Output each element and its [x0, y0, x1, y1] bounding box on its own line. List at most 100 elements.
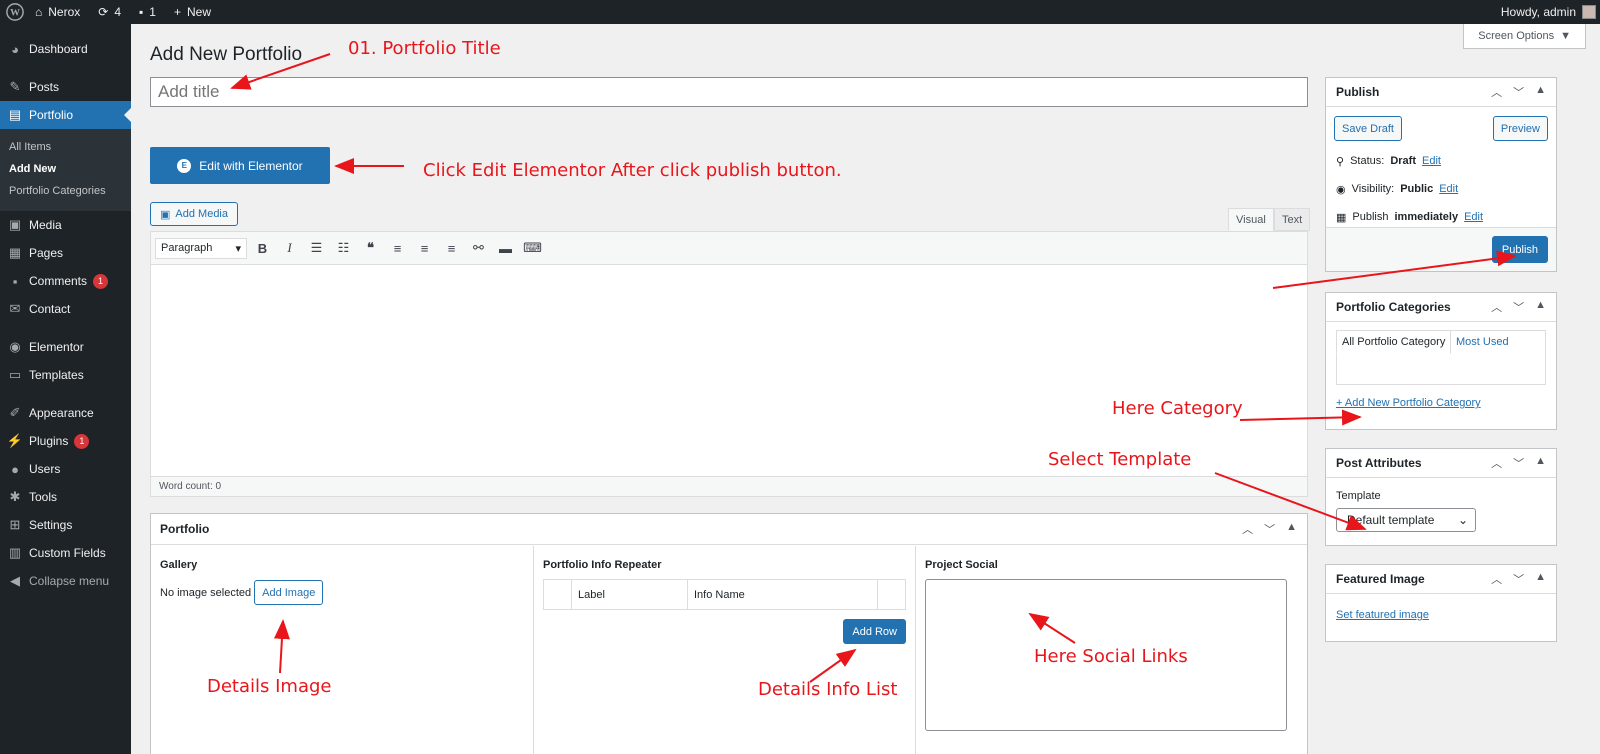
move-up-icon[interactable]: ︿	[1491, 455, 1502, 471]
bold-icon[interactable]: B	[251, 237, 274, 260]
sidebar-item-templates[interactable]: ▭ Templates	[0, 361, 131, 389]
edit-schedule-link[interactable]: Edit	[1464, 211, 1483, 223]
caret-down-icon: ▼	[1560, 30, 1571, 42]
comments-link[interactable]: ▪ 1	[130, 0, 165, 24]
updates-link[interactable]: ⟳ 4	[89, 0, 130, 24]
title-input[interactable]	[150, 77, 1308, 107]
status-value: Draft	[1390, 155, 1416, 167]
submenu-portfolio-categories[interactable]: Portfolio Categories	[0, 180, 131, 202]
account-menu[interactable]: Howdy, admin	[1501, 5, 1600, 19]
media-icon: ▣	[160, 208, 171, 221]
screen-options-label: Screen Options	[1478, 30, 1555, 42]
sidebar-item-elementor[interactable]: ◉ Elementor	[0, 333, 131, 361]
sidebar-item-contact[interactable]: ✉ Contact	[0, 295, 131, 323]
sidebar-item-label: Collapse menu	[29, 574, 110, 588]
admin-bar: W ⌂ Nerox ⟳ 4 ▪ 1 + New Howdy, admin	[0, 0, 1600, 24]
wordpress-logo-icon[interactable]: W	[0, 0, 26, 24]
align-left-icon[interactable]: ≡	[386, 237, 409, 260]
move-up-icon[interactable]: ︿	[1242, 521, 1253, 537]
align-center-icon[interactable]: ≡	[413, 237, 436, 260]
template-select-value: Default template	[1347, 513, 1435, 527]
toolbar-toggle-icon[interactable]: ⌨	[521, 237, 544, 260]
move-up-icon[interactable]: ︿	[1491, 299, 1502, 315]
sidebar-item-label: Templates	[29, 368, 84, 382]
publish-button[interactable]: Publish	[1491, 236, 1548, 263]
sidebar-item-users[interactable]: ● Users	[0, 455, 131, 483]
sidebar-item-dashboard[interactable]: ◕ Dashboard	[0, 35, 131, 63]
sidebar-item-plugins[interactable]: ⚡ Plugins 1	[0, 427, 131, 455]
sidebar-item-media[interactable]: ▣ Media	[0, 211, 131, 239]
link-icon[interactable]: ⚯	[467, 237, 490, 260]
add-new-category-link[interactable]: + Add New Portfolio Category	[1336, 397, 1481, 409]
bullet-list-icon[interactable]: ☰	[305, 237, 328, 260]
site-name-link[interactable]: ⌂ Nerox	[26, 0, 89, 24]
plugins-badge: 1	[74, 433, 90, 449]
template-select[interactable]: Default template ⌄	[1336, 508, 1476, 532]
calendar-icon: ▦	[1336, 211, 1347, 224]
envelope-icon: ✉	[9, 301, 21, 316]
toggle-panel-icon[interactable]: ▲	[1535, 299, 1546, 315]
submenu-all-items[interactable]: All Items	[0, 136, 131, 158]
save-draft-button[interactable]: Save Draft	[1334, 116, 1402, 141]
read-more-icon[interactable]: ▬	[494, 237, 517, 260]
row-actions-header	[878, 580, 905, 609]
collapse-menu-button[interactable]: ◀ Collapse menu	[0, 567, 131, 595]
home-icon: ⌂	[35, 5, 43, 19]
tab-all-categories[interactable]: All Portfolio Category	[1336, 330, 1452, 354]
numbered-list-icon[interactable]: ☷	[332, 237, 355, 260]
align-right-icon[interactable]: ≡	[440, 237, 463, 260]
plus-icon: +	[173, 5, 181, 19]
comment-icon: ▪	[12, 273, 18, 289]
sidebar-item-tools[interactable]: ✱ Tools	[0, 483, 131, 511]
add-row-button[interactable]: Add Row	[843, 619, 906, 644]
add-media-label: Add Media	[175, 208, 228, 220]
sidebar-item-portfolio[interactable]: ▤ Portfolio	[0, 101, 132, 129]
howdy-text: Howdy, admin	[1500, 5, 1576, 19]
tab-visual[interactable]: Visual	[1228, 208, 1274, 231]
format-select[interactable]: Paragraph ▾	[155, 237, 247, 259]
edit-status-link[interactable]: Edit	[1422, 155, 1441, 167]
sidebar-item-label: Comments	[29, 274, 88, 288]
move-down-icon[interactable]: ﹀	[1264, 521, 1275, 537]
sidebar-item-label: Custom Fields	[29, 546, 106, 560]
add-media-button[interactable]: ▣ Add Media	[150, 202, 238, 226]
toggle-panel-icon[interactable]: ▲	[1535, 455, 1546, 471]
toggle-panel-icon[interactable]: ▲	[1286, 521, 1297, 537]
annotation-image: Details Image	[207, 676, 332, 697]
annotation-elementor: Click Edit Elementor After click publish…	[423, 160, 842, 181]
screen-options-button[interactable]: Screen Options ▼	[1463, 24, 1586, 49]
move-down-icon[interactable]: ﹀	[1513, 84, 1524, 100]
tab-text[interactable]: Text	[1274, 208, 1311, 231]
annotation-category: Here Category	[1112, 398, 1243, 419]
publish-header: Publish ︿ ﹀ ▲	[1326, 78, 1556, 107]
sidebar-item-custom-fields[interactable]: ▥ Custom Fields	[0, 539, 131, 567]
elementor-icon: ◉	[9, 339, 21, 354]
sidebar-item-pages[interactable]: ▦ Pages	[0, 239, 131, 267]
sidebar-item-settings[interactable]: ⊞ Settings	[0, 511, 131, 539]
edit-with-elementor-button[interactable]: E Edit with Elementor	[150, 147, 330, 184]
updates-count: 4	[114, 5, 122, 19]
set-featured-image-link[interactable]: Set featured image	[1336, 609, 1429, 621]
submenu-add-new[interactable]: Add New	[0, 158, 131, 180]
new-content-link[interactable]: + New	[165, 0, 220, 24]
move-down-icon[interactable]: ﹀	[1513, 299, 1524, 315]
move-down-icon[interactable]: ﹀	[1513, 571, 1524, 587]
sidebar-item-label: Settings	[29, 518, 73, 532]
edit-visibility-link[interactable]: Edit	[1439, 183, 1458, 195]
move-down-icon[interactable]: ﹀	[1513, 455, 1524, 471]
toggle-panel-icon[interactable]: ▲	[1535, 84, 1546, 100]
sidebar-item-appearance[interactable]: ✐ Appearance	[0, 399, 131, 427]
sidebar-item-posts[interactable]: ✎ Posts	[0, 73, 131, 101]
move-up-icon[interactable]: ︿	[1491, 571, 1502, 587]
main-content: Screen Options ▼ Add New Portfolio E Edi…	[131, 24, 1600, 754]
preview-button[interactable]: Preview	[1492, 116, 1548, 141]
toggle-panel-icon[interactable]: ▲	[1535, 571, 1546, 587]
tab-most-used[interactable]: Most Used	[1451, 330, 1514, 354]
italic-icon[interactable]: I	[278, 237, 301, 260]
sidebar-item-comments[interactable]: ▪ Comments 1	[0, 267, 131, 295]
categories-header: Portfolio Categories ︿ ﹀ ▲	[1326, 293, 1556, 322]
sidebar-item-label: Elementor	[29, 340, 84, 354]
add-image-button[interactable]: Add Image	[254, 580, 324, 605]
move-up-icon[interactable]: ︿	[1491, 84, 1502, 100]
blockquote-icon[interactable]: ❝	[359, 237, 382, 260]
